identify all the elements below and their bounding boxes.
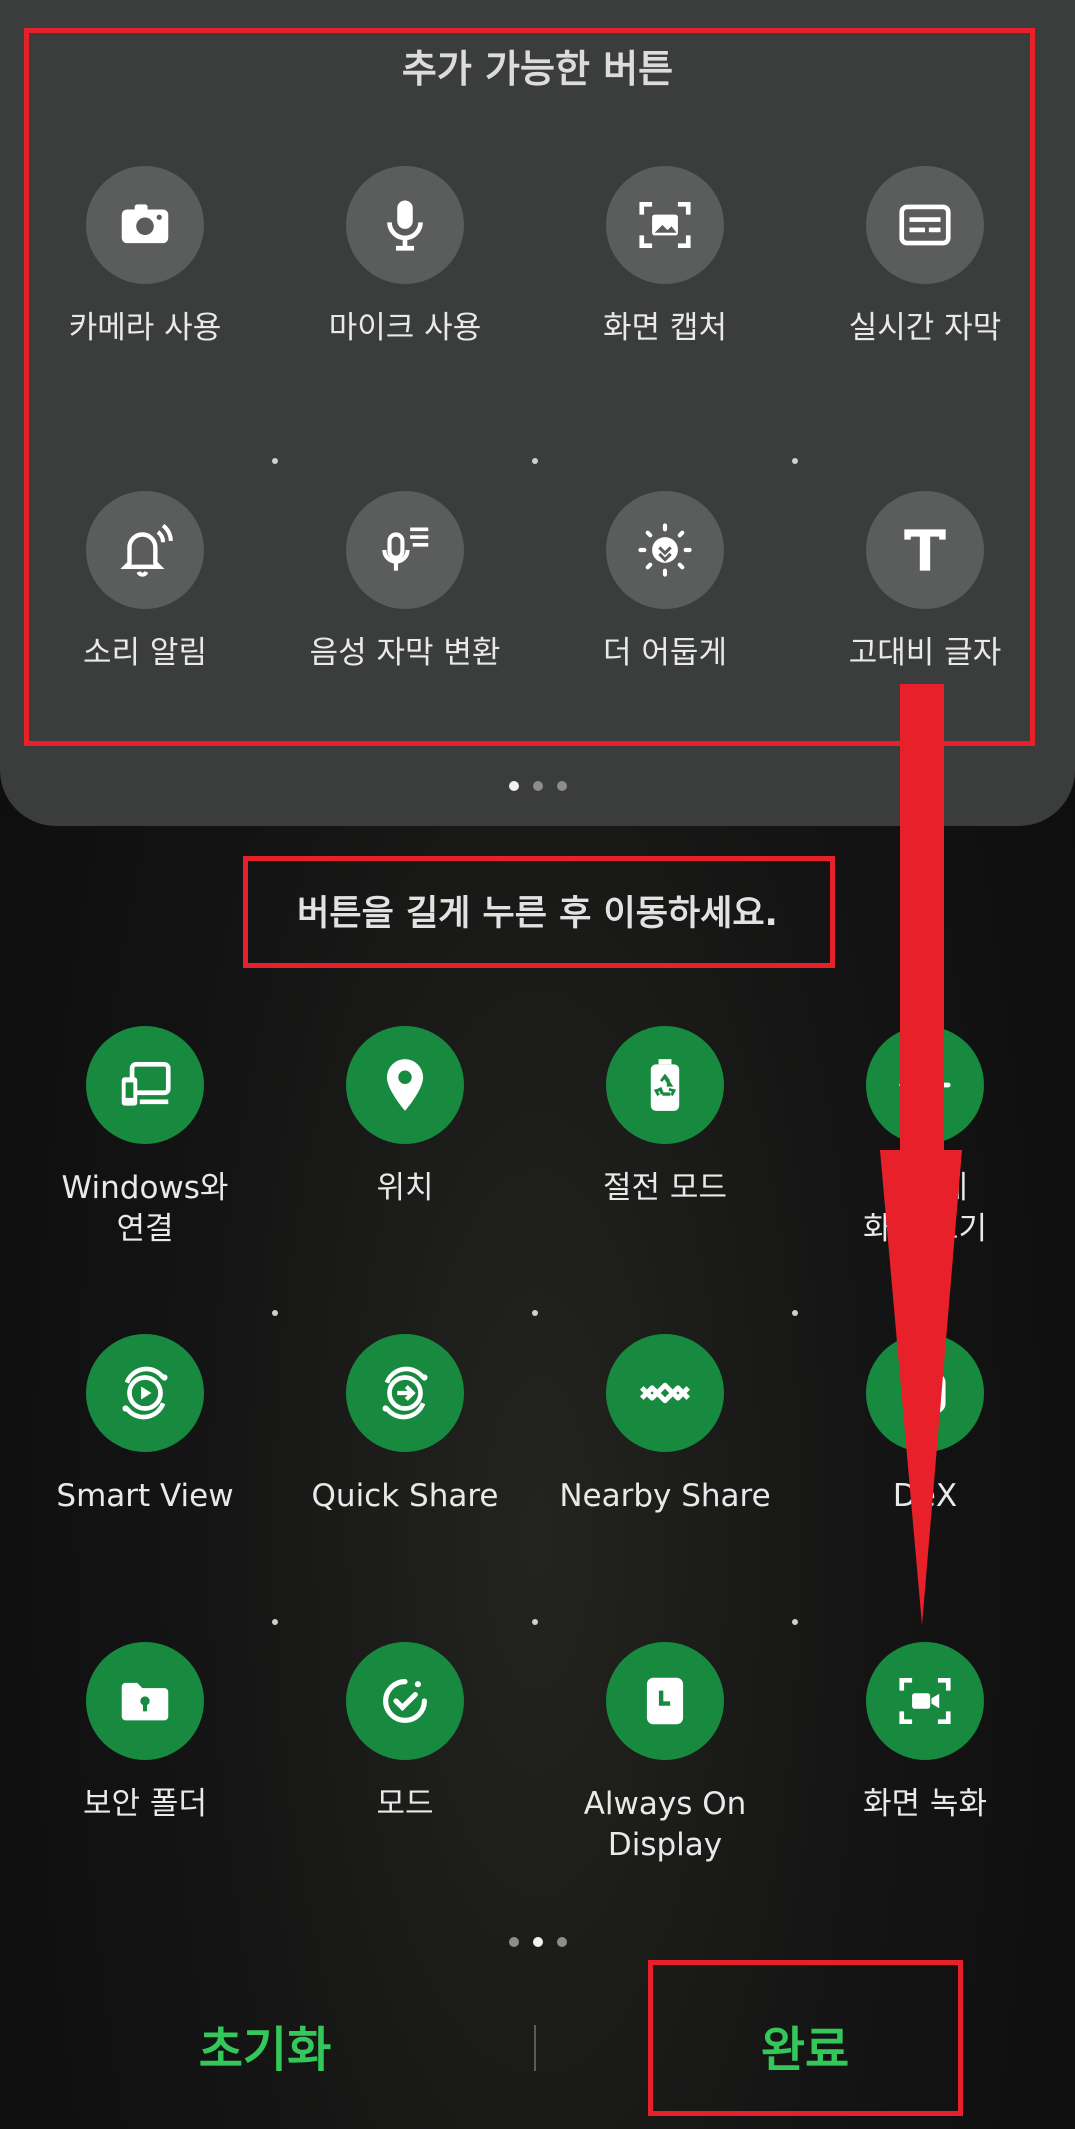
nearby-share-icon [640, 1382, 690, 1404]
page-dot [532, 781, 543, 791]
quick-share-button[interactable]: Quick Share [275, 1334, 535, 1517]
secure-folder-button[interactable]: 보안 폴더 [15, 1642, 275, 1825]
page-dot [556, 781, 567, 791]
button-label: 절전 모드 [603, 1170, 727, 1206]
separator-dot [532, 1310, 538, 1316]
smart-view-button[interactable]: Smart View [15, 1334, 275, 1517]
modes-button[interactable]: 모드 [275, 1642, 535, 1825]
footer-divider [534, 2025, 536, 2071]
separator-dot [532, 1619, 538, 1625]
button-label: Smart View [56, 1478, 234, 1514]
button-label: Quick Share [311, 1478, 499, 1514]
page-dot [556, 1937, 567, 1947]
power-saving-icon [650, 1059, 680, 1111]
page-dot [508, 781, 519, 791]
button-label: Always On Display [583, 1786, 747, 1863]
quick-share-icon [382, 1366, 428, 1420]
location-button[interactable]: 위치 [275, 1026, 535, 1209]
location-icon [386, 1059, 424, 1111]
nearby-share-button[interactable]: Nearby Share [535, 1334, 795, 1517]
always-on-display-icon [646, 1677, 684, 1725]
smart-view-icon [122, 1366, 168, 1420]
dex-button[interactable]: DeX [795, 1334, 1055, 1517]
button-label: 모드 [376, 1786, 434, 1822]
separator-dot [272, 1310, 278, 1316]
link-to-windows-button[interactable]: Windows와 연결 [15, 1026, 275, 1250]
button-label: 보안 폴더 [83, 1786, 207, 1822]
highlight-box-available [24, 28, 1035, 746]
button-label: DeX [892, 1478, 958, 1514]
power-saving-button[interactable]: 절전 모드 [535, 1026, 795, 1209]
highlight-box-hint [243, 856, 835, 968]
screen-recorder-button[interactable]: 화면 녹화 [795, 1642, 1055, 1825]
button-label: Windows와 연결 [61, 1170, 229, 1247]
link-to-windows-icon [121, 1062, 171, 1106]
separator-dot [792, 1619, 798, 1625]
dex-icon [904, 1372, 946, 1414]
modes-icon [383, 1679, 427, 1723]
page-dot [508, 1937, 519, 1947]
screen-recorder-icon [899, 1678, 951, 1724]
button-label: 위치 [376, 1170, 434, 1206]
eye-comfort-button[interactable]: 편하게 화면 보기 [795, 1026, 1055, 1250]
secure-folder-icon [121, 1682, 169, 1721]
always-on-display-button[interactable]: Always On Display [535, 1642, 795, 1866]
separator-dot [272, 1619, 278, 1625]
panel-page-indicator [0, 776, 1075, 795]
highlight-box-done [648, 1960, 963, 2116]
page-dot [532, 1937, 543, 1947]
separator-dot [792, 1310, 798, 1316]
button-label: 화면 녹화 [863, 1786, 987, 1822]
grid-page-indicator [0, 1932, 1075, 1951]
reset-button[interactable]: 초기화 [120, 2010, 410, 2080]
eye-comfort-icon [899, 1059, 951, 1088]
button-label: Nearby Share [559, 1478, 771, 1514]
button-label: 편하게 화면 보기 [863, 1170, 987, 1247]
